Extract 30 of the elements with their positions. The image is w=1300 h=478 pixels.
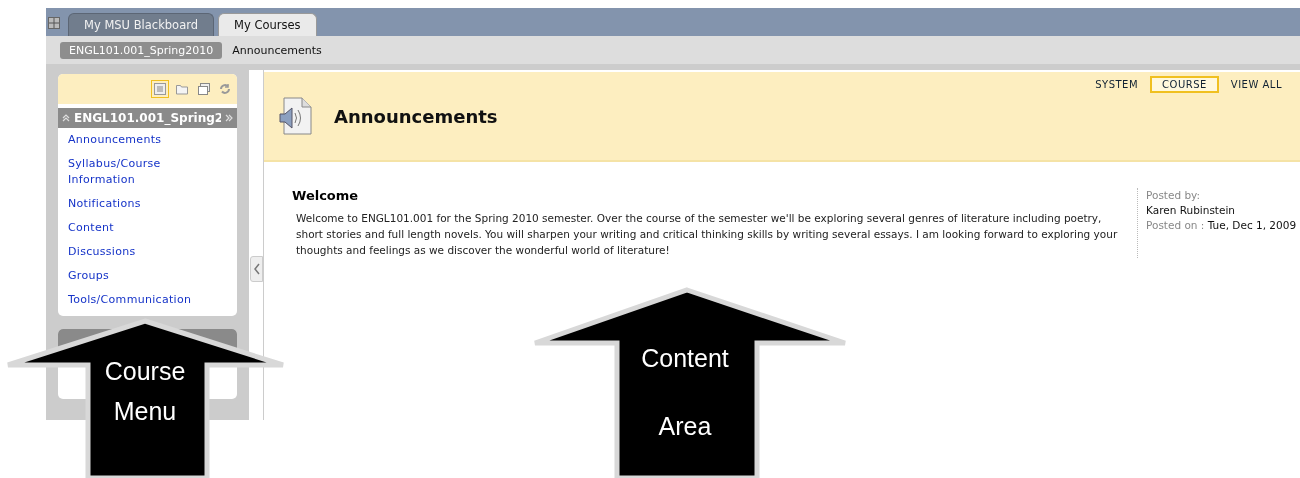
collapse-icon (62, 114, 70, 122)
course-menu-link[interactable]: Announcements (68, 132, 227, 148)
posted-by-label: Posted by: (1146, 188, 1202, 203)
speaker-document-icon (278, 97, 312, 135)
course-menu-link[interactable]: Groups (68, 268, 227, 284)
filter-link[interactable]: VIEW ALL (1222, 76, 1290, 93)
view-mode-button[interactable] (151, 80, 169, 98)
filter-link[interactable]: SYSTEM (1087, 76, 1147, 93)
refresh-icon (219, 83, 231, 95)
callout-label: Course Menu (103, 356, 187, 427)
course-menu-link[interactable]: Discussions (68, 244, 227, 260)
page-title: Announcements (334, 105, 498, 127)
course-menu-link[interactable]: Tools/Communication (68, 292, 227, 308)
tab[interactable]: My Courses (218, 13, 317, 36)
announcement-title: Welcome (292, 188, 360, 203)
callout-label: Content Area (640, 343, 730, 442)
breadcrumb-current: Announcements (232, 43, 322, 57)
announcement-body: Welcome to ENGL101.001 for the Spring 2010 semester. Over the course of the semester we'll be exploring several genres of literature including poetry, short stories and full length novels. You will sharpen your writing and critical thinking skills by writing several essays. I am looking forward to exploring your thoughts and feelings as we discover the wonderful world of literature! (295, 211, 1119, 258)
course-menu-link[interactable]: Content (68, 220, 227, 236)
expand-icon (225, 114, 233, 122)
course-menu-link[interactable]: Syllabus/Course Information (68, 156, 227, 188)
view-mode-button[interactable] (195, 80, 213, 98)
posted-on-label: Posted on : (1146, 219, 1205, 231)
filter-link[interactable]: COURSE (1150, 76, 1219, 93)
author-name: Karen Rubinstein (1146, 203, 1236, 218)
course-menu-link[interactable]: Notifications (68, 196, 227, 212)
grid-icon (48, 17, 60, 29)
post-date: Tue, Dec 1, 2009 (1206, 219, 1297, 231)
tab[interactable]: My MSU Blackboard (68, 13, 214, 36)
collapse-handle[interactable] (250, 256, 263, 282)
